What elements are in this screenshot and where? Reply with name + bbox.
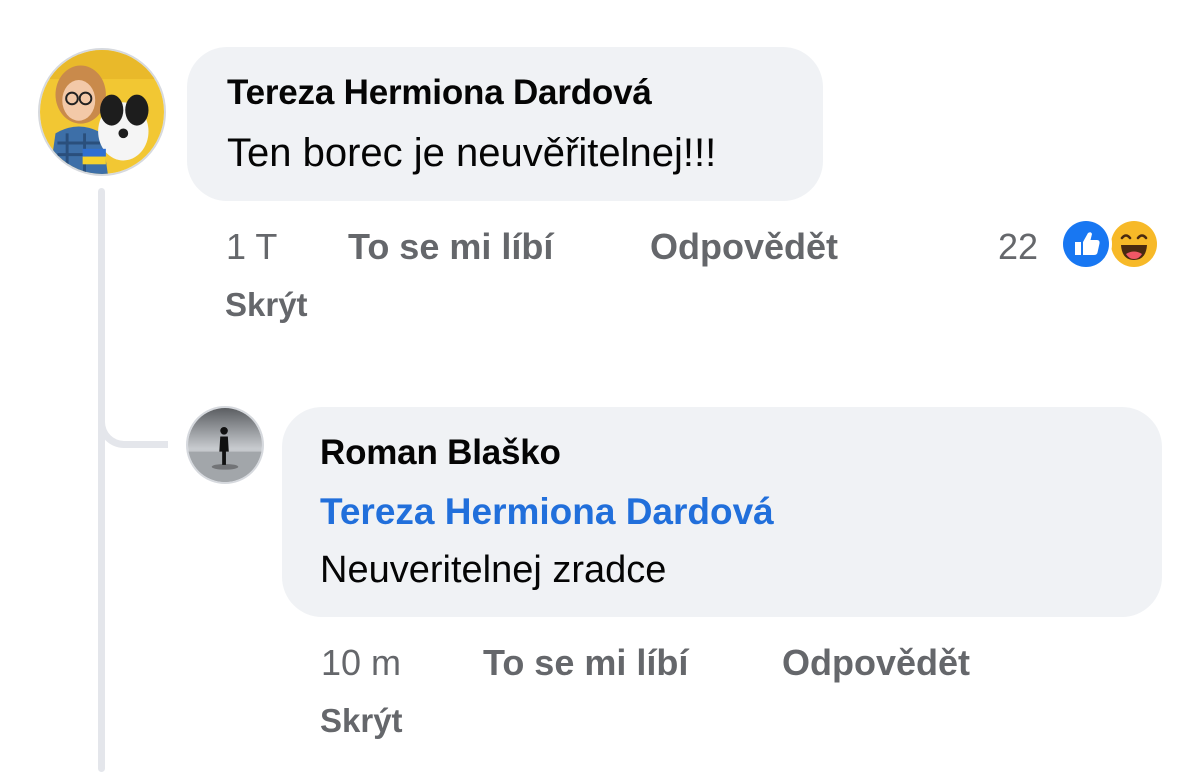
reply-text: Neuveritelnej zradce (320, 549, 667, 591)
reply-connector (98, 380, 168, 448)
comment-timestamp[interactable]: 1 T (226, 226, 277, 268)
comment-author[interactable]: Tereza Hermiona Dardová (227, 73, 652, 113)
reply-timestamp[interactable]: 10 m (321, 642, 401, 684)
comment-text: Ten borec je neuvěřitelnej!!! (227, 131, 717, 175)
reply-like-button[interactable]: To se mi líbí (483, 642, 688, 684)
haha-icon[interactable] (1108, 218, 1160, 270)
reply-bubble: Roman Blaško Tereza Hermiona Dardová Neu… (282, 407, 1162, 617)
reply-mention-link[interactable]: Tereza Hermiona Dardová (320, 491, 774, 533)
avatar-roman[interactable] (186, 406, 264, 484)
comment-bubble: Tereza Hermiona Dardová Ten borec je neu… (187, 47, 823, 201)
reply-author[interactable]: Roman Blaško (320, 433, 561, 473)
like-icon[interactable] (1060, 218, 1112, 270)
reply-hide-button[interactable]: Skrýt (320, 702, 403, 740)
thread-line (98, 188, 105, 772)
comment-reply-button[interactable]: Odpovědět (650, 226, 838, 268)
comment-hide-button[interactable]: Skrýt (225, 286, 308, 324)
reply-reply-button[interactable]: Odpovědět (782, 642, 970, 684)
avatar-tereza[interactable] (38, 48, 166, 176)
reaction-count[interactable]: 22 (998, 226, 1038, 268)
comment-like-button[interactable]: To se mi líbí (348, 226, 553, 268)
